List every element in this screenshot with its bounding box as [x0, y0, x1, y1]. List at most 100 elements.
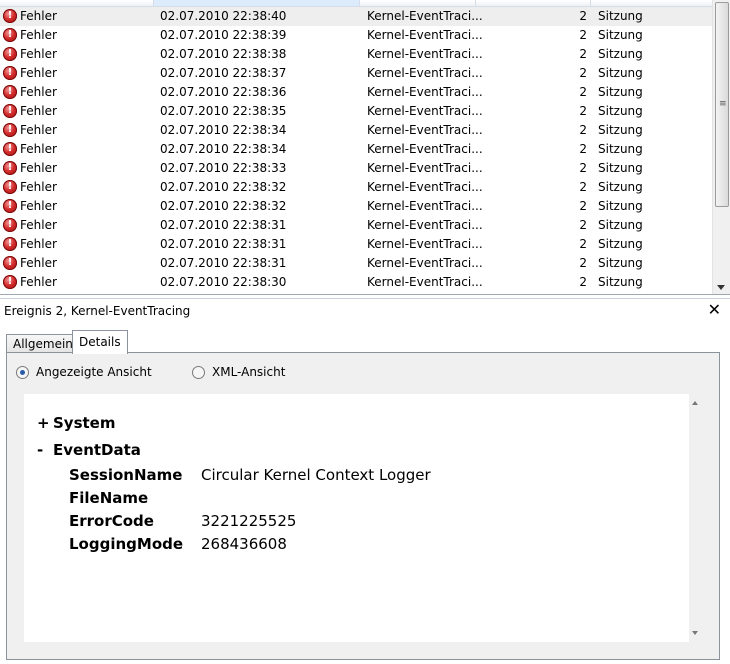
- task-category-cell: Sitzung: [598, 275, 643, 289]
- error-icon: !: [3, 256, 17, 270]
- date-cell: 02.07.2010 22:38:31: [160, 237, 287, 251]
- error-icon: !: [3, 104, 17, 118]
- field-value: 268436608: [201, 535, 287, 553]
- source-cell: Kernel-EventTraci...: [367, 237, 483, 251]
- list-scrollbar[interactable]: ≡: [712, 0, 730, 294]
- event-detail-header: Ereignis 2, Kernel-EventTracing ✕: [0, 298, 730, 324]
- level-cell: Fehler: [20, 256, 57, 270]
- task-category-cell: Sitzung: [598, 28, 643, 42]
- table-row[interactable]: ! Fehler 02.07.2010 22:38:33 Kernel-EventTr…: [0, 159, 712, 178]
- task-category-cell: Sitzung: [598, 47, 643, 61]
- event-id-cell: 2: [579, 104, 587, 118]
- details-tab-panel: Angezeigte Ansicht XML-Ansicht + System -…: [6, 352, 720, 660]
- task-category-cell: Sitzung: [598, 66, 643, 80]
- column-header[interactable]: [0, 0, 712, 7]
- source-cell: Kernel-EventTraci...: [367, 218, 483, 232]
- event-id-cell: 2: [579, 142, 587, 156]
- task-category-cell: Sitzung: [598, 218, 643, 232]
- event-id-cell: 2: [579, 161, 587, 175]
- xml-view-option[interactable]: XML-Ansicht: [192, 365, 285, 379]
- table-row[interactable]: ! Fehler 02.07.2010 22:38:30 Kernel-EventTr…: [0, 273, 712, 292]
- table-row[interactable]: ! Fehler 02.07.2010 22:38:38 Kernel-EventTr…: [0, 45, 712, 64]
- field-name: ErrorCode: [69, 512, 154, 530]
- column-divider[interactable]: [590, 0, 591, 6]
- event-id-cell: 2: [579, 180, 587, 194]
- expand-icon[interactable]: +: [37, 414, 53, 432]
- error-icon: !: [3, 237, 17, 251]
- radio-selected-icon[interactable]: [16, 365, 29, 379]
- event-id-cell: 2: [579, 66, 587, 80]
- source-cell: Kernel-EventTraci...: [367, 256, 483, 270]
- error-icon: !: [3, 28, 17, 42]
- date-cell: 02.07.2010 22:38:37: [160, 66, 287, 80]
- task-category-cell: Sitzung: [598, 256, 643, 270]
- detail-scrollbar[interactable]: [689, 394, 703, 642]
- table-row[interactable]: ! Fehler 02.07.2010 22:38:32 Kernel-EventTr…: [0, 178, 712, 197]
- column-divider[interactable]: [359, 0, 360, 6]
- event-id-cell: 2: [579, 275, 587, 289]
- source-cell: Kernel-EventTraci...: [367, 85, 483, 99]
- event-id-cell: 2: [579, 47, 587, 61]
- tab-details[interactable]: Details: [72, 330, 128, 354]
- error-icon: !: [3, 142, 17, 156]
- source-cell: Kernel-EventTraci...: [367, 180, 483, 194]
- level-cell: Fehler: [20, 180, 57, 194]
- event-id-cell: 2: [579, 28, 587, 42]
- table-row[interactable]: ! Fehler 02.07.2010 22:38:31 Kernel-EventTr…: [0, 254, 712, 273]
- source-cell: Kernel-EventTraci...: [367, 199, 483, 213]
- error-icon: !: [3, 180, 17, 194]
- collapse-icon[interactable]: -: [37, 441, 53, 459]
- radio-unselected-icon[interactable]: [192, 365, 205, 379]
- column-divider[interactable]: [153, 0, 154, 6]
- table-row[interactable]: ! Fehler 02.07.2010 22:38:32 Kernel-EventTr…: [0, 197, 712, 216]
- error-icon: !: [3, 275, 17, 289]
- table-row[interactable]: ! Fehler 02.07.2010 22:38:39 Kernel-EventTr…: [0, 26, 712, 45]
- scroll-down-arrow-icon[interactable]: [717, 285, 725, 290]
- source-cell: Kernel-EventTraci...: [367, 47, 483, 61]
- field-name: SessionName: [69, 466, 183, 484]
- tab-general[interactable]: Allgemein: [6, 334, 80, 353]
- date-cell: 02.07.2010 22:38:34: [160, 123, 287, 137]
- source-cell: Kernel-EventTraci...: [367, 161, 483, 175]
- error-icon: !: [3, 47, 17, 61]
- level-cell: Fehler: [20, 275, 57, 289]
- table-row[interactable]: ! Fehler 02.07.2010 22:38:31 Kernel-EventTr…: [0, 216, 712, 235]
- table-row[interactable]: ! Fehler 02.07.2010 22:38:35 Kernel-EventTr…: [0, 102, 712, 121]
- table-row[interactable]: ! Fehler 02.07.2010 22:38:40 Kernel-EventTr…: [0, 7, 712, 26]
- column-divider[interactable]: [475, 0, 476, 6]
- date-cell: 02.07.2010 22:38:32: [160, 199, 287, 213]
- task-category-cell: Sitzung: [598, 161, 643, 175]
- source-cell: Kernel-EventTraci...: [367, 275, 483, 289]
- table-row[interactable]: ! Fehler 02.07.2010 22:38:34 Kernel-EventTr…: [0, 140, 712, 159]
- date-cell: 02.07.2010 22:38:32: [160, 180, 287, 194]
- table-row[interactable]: ! Fehler 02.07.2010 22:38:34 Kernel-EventTr…: [0, 121, 712, 140]
- error-icon: !: [3, 66, 17, 80]
- table-row[interactable]: ! Fehler 02.07.2010 22:38:37 Kernel-EventTr…: [0, 64, 712, 83]
- scrollbar-thumb[interactable]: ≡: [715, 2, 729, 207]
- scroll-down-arrow-icon[interactable]: [692, 631, 698, 635]
- source-cell: Kernel-EventTraci...: [367, 142, 483, 156]
- close-icon[interactable]: ✕: [708, 301, 721, 319]
- level-cell: Fehler: [20, 66, 57, 80]
- source-cell: Kernel-EventTraci...: [367, 28, 483, 42]
- friendly-view-option[interactable]: Angezeigte Ansicht: [16, 365, 152, 379]
- task-category-cell: Sitzung: [598, 9, 643, 23]
- table-row[interactable]: ! Fehler 02.07.2010 22:38:36 Kernel-EventTr…: [0, 83, 712, 102]
- eventdata-node[interactable]: - EventData: [37, 441, 141, 459]
- scroll-up-arrow-icon[interactable]: [692, 401, 698, 405]
- date-cell: 02.07.2010 22:38:31: [160, 256, 287, 270]
- source-cell: Kernel-EventTraci...: [367, 123, 483, 137]
- event-list[interactable]: ! Fehler 02.07.2010 22:38:40 Kernel-EventTr…: [0, 0, 730, 295]
- field-name: LoggingMode: [69, 535, 184, 553]
- task-category-cell: Sitzung: [598, 237, 643, 251]
- level-cell: Fehler: [20, 161, 57, 175]
- table-row[interactable]: ! Fehler 02.07.2010 22:38:31 Kernel-EventTr…: [0, 235, 712, 254]
- system-node[interactable]: + System: [37, 414, 115, 432]
- task-category-cell: Sitzung: [598, 104, 643, 118]
- sorted-column-highlight: [154, 0, 359, 6]
- date-cell: 02.07.2010 22:38:35: [160, 104, 287, 118]
- event-id-cell: 2: [579, 256, 587, 270]
- source-cell: Kernel-EventTraci...: [367, 66, 483, 80]
- event-id-cell: 2: [579, 9, 587, 23]
- event-id-cell: 2: [579, 218, 587, 232]
